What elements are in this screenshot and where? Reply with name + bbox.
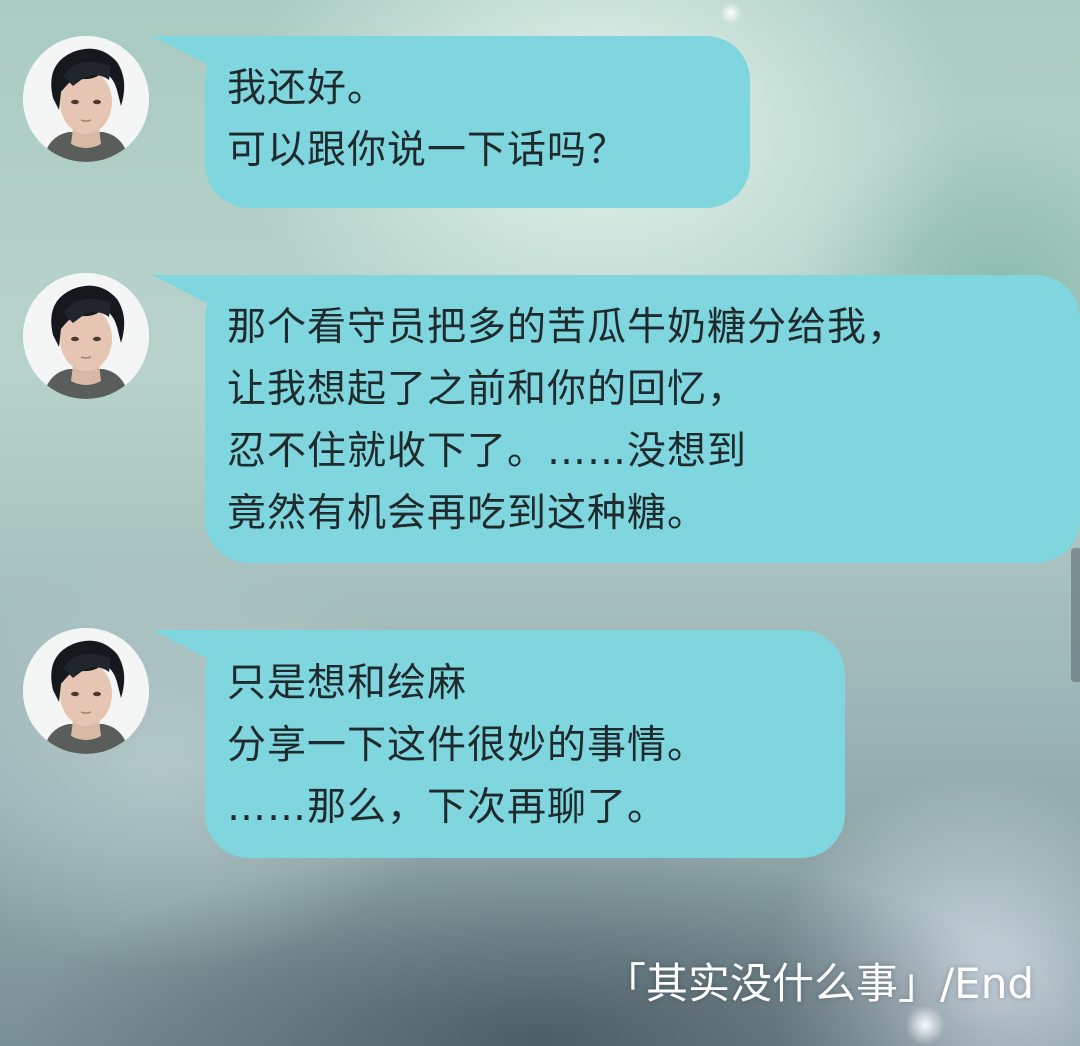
message-text-line: 那个看守员把多的苦瓜牛奶糖分给我， — [227, 305, 908, 350]
message-text-line: 我还好。 — [227, 66, 388, 111]
message-bubble: 只是想和绘麻 分享一下这件很妙的事情。 ……那么，下次再聊了。 — [205, 630, 845, 858]
avatar[interactable] — [23, 273, 149, 399]
male-avatar-icon — [23, 273, 149, 399]
message-text-line: 分享一下这件很妙的事情。 — [227, 723, 708, 768]
avatar[interactable] — [23, 36, 149, 162]
message-text-line: 忍不住就收下了。……没想到 — [227, 429, 748, 474]
avatar[interactable] — [23, 628, 149, 754]
scrollbar-thumb[interactable] — [1071, 548, 1080, 682]
message-text-line: 让我想起了之前和你的回忆， — [227, 367, 748, 412]
message-text-line: 可以跟你说一下话吗？ — [227, 128, 628, 173]
male-avatar-icon — [23, 628, 149, 754]
message-bubble: 那个看守员把多的苦瓜牛奶糖分给我， 让我想起了之前和你的回忆， 忍不住就收下了。… — [205, 275, 1080, 563]
male-avatar-icon — [23, 36, 149, 162]
message-text-line: ……那么，下次再聊了。 — [227, 785, 668, 830]
sparkle-decoration — [720, 2, 742, 24]
end-caption: 「其实没什么事」/End — [604, 959, 1034, 1008]
message-bubble: 我还好。 可以跟你说一下话吗？ — [205, 36, 750, 208]
message-text-line: 只是想和绘麻 — [227, 661, 468, 706]
message-text-line: 竟然有机会再吃到这种糖。 — [227, 491, 708, 536]
